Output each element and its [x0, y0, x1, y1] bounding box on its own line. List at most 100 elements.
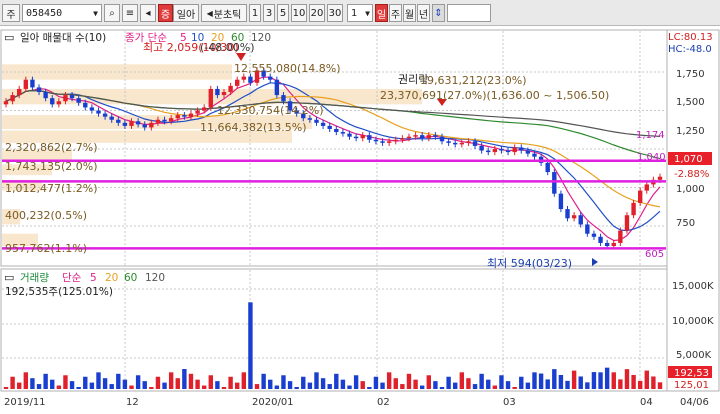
candle-body — [367, 135, 372, 140]
stock-code-input[interactable]: 058450 ▼ — [22, 4, 102, 22]
candle-body — [433, 135, 438, 137]
candle-body — [413, 135, 418, 137]
expand-button[interactable]: ⇕ — [432, 4, 445, 22]
period-btn-month[interactable]: 월 — [403, 4, 416, 22]
y-tick: 1,000 — [676, 184, 705, 195]
period-btn-day[interactable]: 일 — [375, 4, 388, 22]
x-tick: 04/06 — [680, 397, 709, 408]
vp-label: 2,320,862(2.7%) — [5, 141, 98, 154]
interval-btn-label: 20 — [310, 7, 324, 19]
candle-body — [182, 115, 187, 117]
interval-btn-10[interactable]: 10 — [291, 4, 307, 22]
volume-bar — [261, 373, 266, 389]
interval-btn-label: 10 — [292, 7, 306, 19]
count-input[interactable]: 1 ▼ — [347, 4, 373, 22]
period-btn-year[interactable]: 년 — [417, 4, 430, 22]
candle-body — [63, 95, 68, 102]
period-btn-week[interactable]: 주 — [389, 4, 402, 22]
stock-mode-button[interactable]: 증 — [158, 4, 173, 22]
settings-button[interactable]: ≡ — [122, 4, 138, 22]
candle-body — [505, 150, 511, 153]
volume-bar — [413, 379, 418, 389]
candle-body — [3, 101, 9, 105]
mode-select[interactable]: 일아 — [173, 4, 199, 22]
candle-body — [327, 125, 332, 129]
volume-bar — [43, 373, 48, 389]
candle-body — [565, 209, 570, 219]
volume-bar — [406, 373, 412, 389]
chart-svg[interactable]: ▭ 일아 매물대 수(10) 종가 단순 5 10 20 60 120 LC:8… — [0, 27, 720, 411]
interval-select[interactable]: ◀ 분초틱 — [201, 4, 247, 22]
candle-body — [89, 107, 95, 111]
candle-body — [611, 242, 616, 247]
low-label: 최저 594(03/23) — [487, 257, 572, 270]
candle-body — [221, 92, 227, 96]
search-button[interactable]: ⌕ — [104, 4, 120, 22]
vp-label: 957,762(1.1%) — [5, 242, 87, 255]
volume-bar — [373, 376, 379, 389]
volume-bar — [10, 376, 15, 389]
interval-btn-5[interactable]: 5 — [277, 4, 289, 22]
volume-bar — [3, 387, 9, 389]
vp-label: 1,743,135(2.0%) — [5, 160, 98, 173]
stock-code-value: 058450 — [26, 7, 63, 19]
volume-bar — [353, 375, 359, 389]
candle-body — [618, 230, 623, 243]
candle-body — [439, 136, 445, 142]
candle-body — [228, 85, 233, 93]
candle-body — [215, 88, 220, 96]
volume-bar — [287, 381, 293, 389]
volume-bar — [116, 373, 121, 389]
volume-bar — [228, 376, 233, 389]
volume-bar — [637, 380, 643, 389]
chart-toolbar: 주 058450 ▼ ⌕ ≡ ◂ 증 일아 ◀ 분초틱 1 3 5 10 20 30… — [0, 0, 720, 26]
date-input[interactable] — [447, 4, 491, 22]
interval-btn-30[interactable]: 30 — [327, 4, 343, 22]
hline-label-1040: 1,040 — [637, 152, 666, 163]
volume-bar — [248, 302, 253, 389]
volume-bar — [23, 372, 29, 389]
volume-bar — [195, 379, 200, 389]
vol-right-label-1: 192,53 — [674, 368, 709, 379]
candle-body — [116, 119, 121, 123]
volume-bar — [479, 373, 484, 389]
volume-bar — [17, 382, 22, 389]
candle-body — [281, 95, 286, 102]
interval-btn-1[interactable]: 1 — [249, 4, 261, 22]
volume-bar — [453, 382, 458, 389]
interval-btn-3[interactable]: 3 — [263, 4, 275, 22]
volume-bar — [651, 376, 656, 389]
volume-bar — [63, 375, 68, 389]
volume-bar — [76, 387, 81, 389]
candle-body — [400, 138, 405, 140]
x-axis: 2019/11 12 2020/01 02 03 04 04/06 — [4, 397, 709, 408]
hline-label-1174: 1,174 — [636, 130, 665, 141]
vp-label: 1,012,477(1.2%) — [5, 182, 98, 195]
vol-right-label-2: 125,01 — [674, 380, 709, 391]
candle-body — [314, 119, 319, 123]
chart-area: ▭ 일아 매물대 수(10) 종가 단순 5 10 20 60 120 LC:8… — [0, 27, 720, 411]
sound-button[interactable]: ◂ — [140, 4, 156, 22]
candle-body — [102, 113, 108, 117]
volume-bar — [235, 382, 240, 389]
volume-bar — [201, 385, 207, 389]
market-select[interactable]: 주 — [2, 4, 20, 22]
volume-bar — [129, 385, 134, 389]
panel-menu-icon[interactable]: ▭ — [4, 31, 14, 44]
stock-mode-icon: 증 — [160, 9, 171, 21]
candle-body — [426, 135, 431, 139]
x-tick: 12 — [126, 397, 139, 408]
up-down-arrow-icon: ⇕ — [434, 7, 443, 19]
candle-body — [558, 193, 564, 210]
interval-btn-20[interactable]: 20 — [309, 4, 325, 22]
vp-label: 12,555,080(14.8%) — [234, 62, 341, 75]
volume-bar — [631, 375, 636, 389]
volume-bar — [109, 384, 114, 389]
panel-menu-icon[interactable]: ▭ — [4, 271, 14, 284]
volume-bar — [215, 381, 220, 389]
volume-bar — [30, 378, 35, 389]
volume-bar — [393, 378, 398, 389]
volume-bar — [274, 385, 280, 389]
volume-bar — [360, 381, 365, 389]
candle-body — [149, 122, 154, 128]
